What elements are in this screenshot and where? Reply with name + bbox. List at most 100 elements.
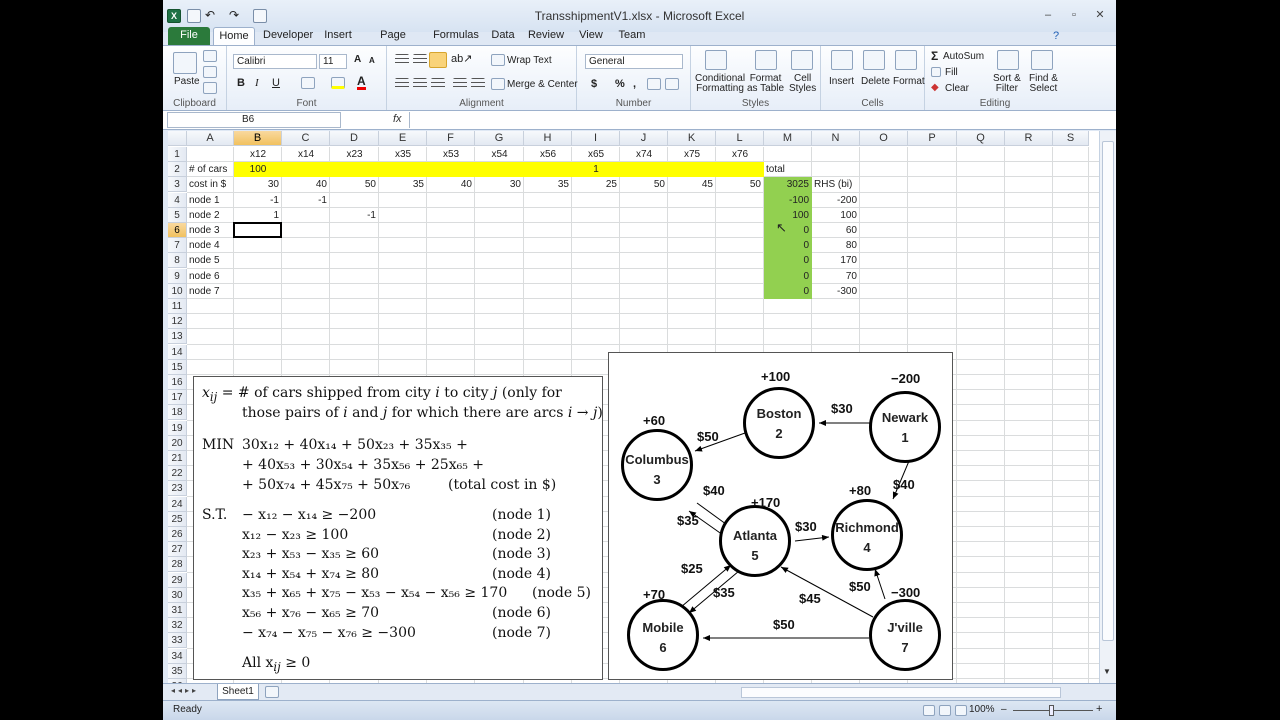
cell-m8[interactable]: 0 [764,253,812,268]
decrease-decimal-icon[interactable] [665,78,679,90]
cell-k1[interactable]: x75 [668,147,716,162]
row-header-9[interactable]: 9 [168,268,187,284]
page-layout-view-icon[interactable] [939,705,951,716]
cell-m3[interactable]: 3025 [764,177,812,192]
cell-b4[interactable]: -1 [234,193,282,208]
column-header-c[interactable]: C [282,131,330,146]
italic-button[interactable]: I [255,77,259,89]
paste-icon[interactable] [173,52,197,74]
cell-j1[interactable]: x74 [620,147,668,162]
column-header-s[interactable]: S [1053,131,1089,146]
row-header-16[interactable]: 16 [168,375,187,390]
row-header-1[interactable]: 1 [168,147,187,162]
column-header-m[interactable]: M [764,131,812,146]
scroll-thumb[interactable] [1102,141,1114,641]
normal-view-icon[interactable] [923,705,935,716]
horizontal-scrollbar[interactable] [741,687,1061,698]
active-cell-b6[interactable] [233,222,282,239]
currency-button[interactable]: $ [591,78,597,90]
row-header-23[interactable]: 23 [168,481,187,497]
column-header-a[interactable]: A [187,131,234,146]
format-as-table-icon[interactable] [755,50,777,70]
comma-icon[interactable]: , [633,78,636,90]
cell-styles-button[interactable]: Cell Styles [789,74,816,94]
fx-icon[interactable]: fx [393,113,402,125]
column-header-f[interactable]: F [427,131,475,146]
insert-cells-button[interactable]: Insert [829,76,854,87]
select-all-corner[interactable] [168,131,187,146]
cell-i2[interactable]: 1 [572,162,620,177]
format-cells-icon[interactable] [895,50,917,70]
row-header-7[interactable]: 7 [168,238,187,254]
cell-b2[interactable]: 100 [234,162,282,177]
cell-m7[interactable]: 0 [764,238,812,253]
cell-l1[interactable]: x76 [716,147,764,162]
cell-n4[interactable]: -200 [812,193,860,208]
merge-center-button[interactable]: Merge & Center [507,79,578,90]
column-header-l[interactable]: L [716,131,764,146]
cell-h1[interactable]: x56 [524,147,572,162]
help-icon[interactable]: ? [1045,29,1067,43]
row-header-10[interactable]: 10 [168,283,187,299]
row-header-18[interactable]: 18 [168,405,187,421]
column-header-h[interactable]: H [524,131,572,146]
orientation-icon[interactable]: ab↗ [451,52,472,65]
formula-input[interactable] [409,112,1099,128]
cell-f3[interactable]: 40 [427,177,475,192]
cell-a2[interactable]: # of cars [187,162,234,177]
percent-button[interactable]: % [615,78,625,90]
page-break-view-icon[interactable] [955,705,967,716]
zoom-slider-thumb[interactable] [1049,705,1054,716]
format-cells-button[interactable]: Format [893,76,925,87]
align-right-icon[interactable] [431,78,445,90]
cell-a7[interactable]: node 4 [187,238,234,253]
cell-m9[interactable]: 0 [764,269,812,284]
align-center-icon[interactable] [413,78,427,90]
align-middle-icon[interactable] [413,54,427,66]
cell-a6[interactable]: node 3 [187,223,234,238]
cell-b5[interactable]: 1 [234,208,282,223]
row-header-34[interactable]: 34 [168,648,187,664]
cell-a9[interactable]: node 6 [187,269,234,284]
fill-color-icon[interactable] [331,77,345,89]
insert-sheet-icon[interactable] [265,686,279,698]
align-left-icon[interactable] [395,78,409,90]
fill-icon[interactable] [931,67,941,77]
font-size-select[interactable]: 11 [319,54,347,69]
row-header-14[interactable]: 14 [168,344,187,360]
cell-h3[interactable]: 35 [524,177,572,192]
tab-data[interactable]: Data [487,27,519,46]
format-as-table-button[interactable]: Format as Table [747,74,784,94]
sheet-nav-icon[interactable]: ◂◂▸▸ [171,686,199,695]
cell-i3[interactable]: 25 [572,177,620,192]
column-header-k[interactable]: K [668,131,716,146]
row-header-22[interactable]: 22 [168,466,187,482]
cell-n7[interactable]: 80 [812,238,860,253]
cell-i1[interactable]: x65 [572,147,620,162]
row-header-19[interactable]: 19 [168,420,187,436]
cell-c1[interactable]: x14 [282,147,330,162]
wrap-text-icon[interactable] [491,54,505,66]
column-header-i[interactable]: I [572,131,620,146]
cell-e1[interactable]: x35 [379,147,427,162]
cell-a4[interactable]: node 1 [187,193,234,208]
cell-a10[interactable]: node 7 [187,284,234,299]
autosum-icon[interactable]: Σ [931,49,938,63]
cell-a3[interactable]: cost in $ [187,177,234,192]
font-color-icon[interactable]: A [357,75,366,90]
row-header-2[interactable]: 2 [168,162,187,178]
row-header-12[interactable]: 12 [168,314,187,330]
cell-b1[interactable]: x12 [234,147,282,162]
paste-button[interactable]: Paste [174,76,200,87]
number-format-select[interactable]: General [585,54,683,69]
delete-cells-button[interactable]: Delete [861,76,890,87]
cell-n3[interactable]: RHS (bi) [812,177,860,192]
underline-button[interactable]: U [272,77,280,89]
row-header-35[interactable]: 35 [168,663,187,679]
clear-button[interactable]: Clear [945,83,969,94]
cell-n8[interactable]: 170 [812,253,860,268]
cell-m6[interactable]: 0 [764,223,812,238]
align-top-icon[interactable] [395,54,409,66]
column-header-b[interactable]: B [234,131,282,146]
cell-a5[interactable]: node 2 [187,208,234,223]
